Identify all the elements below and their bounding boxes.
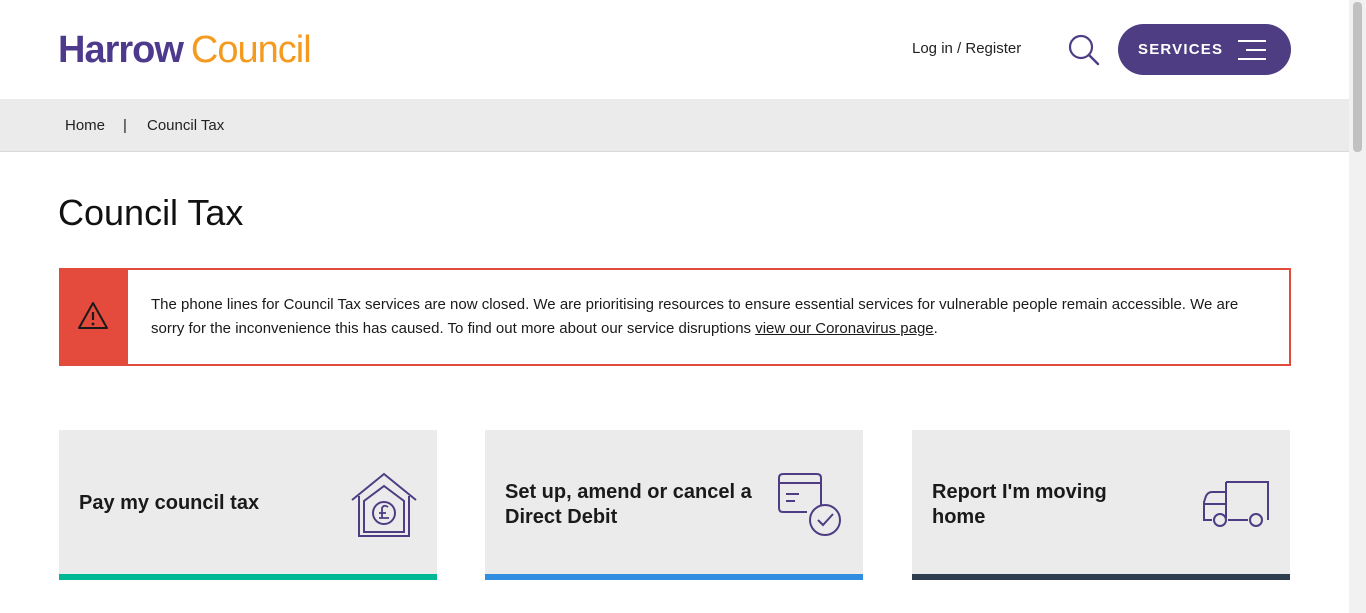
house-pound-icon [351, 472, 417, 537]
vertical-scrollbar[interactable] [1349, 0, 1366, 613]
search-button[interactable] [1066, 32, 1102, 68]
breadcrumb-home-link[interactable]: Home [65, 116, 105, 136]
breadcrumb: Home | Council Tax [0, 99, 1349, 152]
scrollbar-thumb[interactable] [1353, 2, 1362, 152]
breadcrumb-current: Council Tax [147, 117, 225, 134]
card-check-icon [778, 473, 841, 536]
coronavirus-page-link[interactable]: view our Coronavirus page [755, 320, 933, 337]
card-label: Pay my council tax [79, 492, 260, 514]
card-label: Report I'm moving home [932, 481, 1107, 528]
card-moving-home[interactable]: Report I'm moving home [912, 430, 1290, 580]
alert-message-text: The phone lines for Council Tax services… [151, 296, 1239, 337]
hamburger-menu-icon [1238, 40, 1266, 60]
harrow-council-logo[interactable]: Harrow Council [58, 28, 312, 72]
page-viewport: Harrow Council Log in / Register SERVICES… [0, 0, 1349, 613]
site-header: Harrow Council Log in / Register SERVICES [0, 0, 1349, 99]
alert-icon-panel [61, 270, 128, 364]
card-accent-bar [59, 574, 437, 580]
service-alert: The phone lines for Council Tax services… [59, 268, 1291, 366]
search-icon [1068, 34, 1100, 66]
breadcrumb-separator: | [123, 117, 127, 134]
card-pay-council-tax[interactable]: Pay my council tax [59, 430, 437, 580]
login-register-link[interactable]: Log in / Register [912, 39, 1021, 59]
card-direct-debit[interactable]: Set up, amend or cancel a Direct Debit [485, 430, 863, 580]
alert-message: The phone lines for Council Tax services… [151, 293, 1271, 341]
alert-message-suffix: . [933, 320, 938, 337]
logo-secondary-text: Council [190, 29, 312, 71]
services-label: SERVICES [1138, 41, 1224, 58]
removal-van-icon [1203, 481, 1269, 527]
warning-triangle-icon [78, 302, 108, 329]
card-accent-bar [912, 574, 1290, 580]
services-menu-button[interactable]: SERVICES [1118, 24, 1291, 75]
card-accent-bar [485, 574, 863, 580]
page-title: Council Tax [58, 192, 244, 233]
card-label: Set up, amend or cancel a Direct Debit [505, 481, 752, 528]
logo-primary-text: Harrow [58, 29, 184, 71]
